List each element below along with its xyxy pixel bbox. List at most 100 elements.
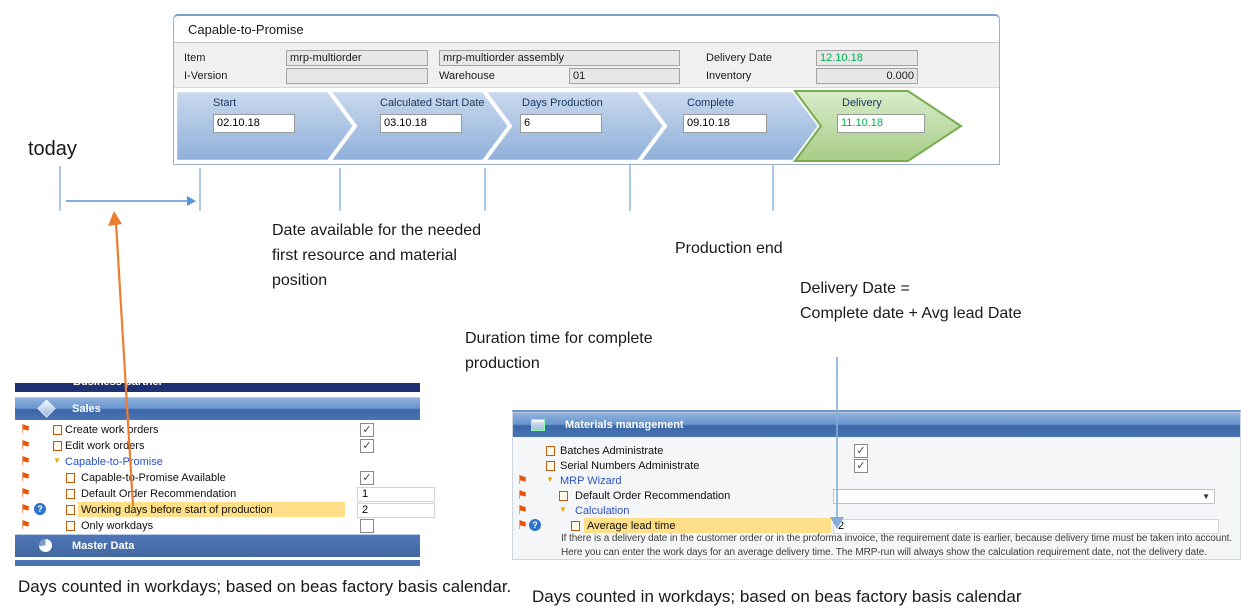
- sales-config-panel: Business partner Sales ⚑Create work orde…: [15, 383, 420, 566]
- chevron-calculated-start-input[interactable]: 03.10.18: [380, 114, 462, 133]
- tag-icon: [37, 399, 55, 417]
- chevron-delivery-label: Delivery: [842, 97, 882, 109]
- gear-icon: *: [97, 560, 101, 566]
- note-date-available-line1: Date available for the needed: [272, 218, 481, 243]
- note-date-available: Date available for the needed first reso…: [272, 218, 481, 293]
- help-icon[interactable]: ?: [529, 519, 541, 531]
- row-label: Default Order Recommendation: [575, 489, 730, 503]
- row-label: Serial Numbers Administrate: [560, 459, 699, 473]
- item-input[interactable]: mrp-multiorder: [286, 50, 428, 66]
- chevron-complete-input[interactable]: 09.10.18: [683, 114, 767, 133]
- tree-group-mrp-wizard[interactable]: ⚑ ▼ MRP Wizard: [513, 473, 1240, 489]
- sales-section-header[interactable]: Sales: [15, 397, 420, 420]
- chevron-calculated-start-label: Calculated Start Date: [380, 97, 485, 109]
- warehouse-label: Warehouse: [439, 69, 495, 83]
- tree-item-batches-administrate[interactable]: Batches Administrate ✓: [513, 443, 1240, 459]
- dropdown-arrow-icon[interactable]: ▼: [1202, 492, 1210, 501]
- checkbox-checked[interactable]: ✓: [854, 444, 868, 458]
- note-delivery-formula: Delivery Date = Complete date + Avg lead…: [800, 276, 1022, 326]
- note-duration-line2: production: [465, 351, 653, 376]
- tree-item-serial-numbers-administrate[interactable]: Serial Numbers Administrate ✓: [513, 458, 1240, 474]
- tree-item-edit-work-orders[interactable]: ⚑ Edit work orders ✓: [15, 438, 420, 454]
- row-label[interactable]: Capable-to-Promise: [65, 455, 163, 469]
- tree-node-icon: [546, 446, 555, 456]
- tree-item-only-workdays[interactable]: ⚑Only workdays: [15, 518, 420, 534]
- flag-icon: ⚑: [517, 473, 528, 487]
- warehouse-input[interactable]: 01: [569, 68, 680, 84]
- note-duration: Duration time for complete production: [465, 326, 653, 376]
- materials-management-window: Materials management Batches Administrat…: [512, 410, 1241, 560]
- tree-item-capable-to-promise-available[interactable]: ⚑Capable-to-Promise Available✓: [15, 470, 420, 486]
- pie-chart-icon: [39, 539, 52, 552]
- checkbox-checked[interactable]: ✓: [360, 423, 374, 437]
- delivery-date-label: Delivery Date: [706, 51, 772, 65]
- chevron-delivery: Delivery 11.10.18: [837, 90, 947, 162]
- expand-triangle-icon[interactable]: ▼: [546, 475, 554, 485]
- tree-node-icon: [559, 491, 568, 501]
- row-label: Batches Administrate: [560, 444, 663, 458]
- iversion-input[interactable]: [286, 68, 428, 84]
- iversion-label: I-Version: [184, 69, 227, 83]
- window-form: Item mrp-multiorder mrp-multiorder assem…: [174, 42, 999, 88]
- checkbox-unchecked[interactable]: [360, 519, 374, 533]
- flag-icon: ⚑: [20, 486, 31, 500]
- tree-node-icon: [571, 521, 580, 531]
- help-text-line1: If there is a delivery date in the custo…: [561, 533, 1232, 544]
- flag-icon: ⚑: [517, 488, 528, 502]
- chevron-calculated-start: Calculated Start Date 03.10.18: [380, 90, 530, 162]
- note-date-available-line3: position: [272, 268, 481, 293]
- tree-item-average-lead-time[interactable]: ⚑?Average lead time2: [513, 518, 1240, 534]
- master-data-section-header[interactable]: Master Data: [15, 534, 420, 557]
- row-label: Edit work orders: [65, 439, 144, 453]
- tree-node-icon: [66, 521, 75, 531]
- chevron-start-label: Start: [213, 97, 236, 109]
- tree-group-capable-to-promise[interactable]: ⚑ ▼ Capable-to-Promise: [15, 454, 420, 470]
- tree-item-create-work-orders[interactable]: ⚑ Create work orders ✓: [15, 422, 420, 438]
- row-label: Create work orders: [65, 423, 159, 437]
- note-delivery-formula-line2: Complete date + Avg lead Date: [800, 301, 1022, 326]
- row-label[interactable]: Calculation: [575, 504, 629, 518]
- item-description-input[interactable]: mrp-multiorder assembly: [439, 50, 680, 66]
- checkbox-checked[interactable]: ✓: [854, 459, 868, 473]
- row-label: Default Order Recommendation: [81, 487, 236, 501]
- flag-icon: ⚑: [20, 454, 31, 468]
- tree-node-icon: [66, 505, 75, 515]
- chevron-delivery-input[interactable]: 11.10.18: [837, 114, 925, 133]
- flag-icon: ⚑: [20, 438, 31, 452]
- value-input[interactable]: 1: [357, 487, 435, 502]
- tree-item-working-days-before-start-of-production[interactable]: ⚑?Working days before start of productio…: [15, 502, 420, 518]
- help-icon[interactable]: ?: [34, 503, 46, 515]
- today-label: today: [28, 138, 77, 161]
- chevron-start-input[interactable]: 02.10.18: [213, 114, 295, 133]
- tree-item-default-order-recommendation[interactable]: ⚑ Default Order Recommendation ▼: [513, 488, 1240, 504]
- checkbox-checked[interactable]: ✓: [360, 471, 374, 485]
- materials-section-label: Materials management: [565, 419, 684, 431]
- checkbox-checked[interactable]: ✓: [360, 439, 374, 453]
- tree-group-calculation[interactable]: ⚑▼Calculation: [513, 503, 1240, 519]
- flag-icon: ⚑: [20, 422, 31, 436]
- note-production-end: Production end: [675, 236, 783, 261]
- row-label[interactable]: MRP Wizard: [560, 474, 622, 488]
- dropdown-select[interactable]: ▼: [833, 489, 1215, 504]
- inventory-input[interactable]: 0.000: [816, 68, 918, 84]
- materials-section-header[interactable]: Materials management: [513, 412, 1240, 437]
- sales-section-label: Sales: [72, 403, 101, 415]
- delivery-date-input[interactable]: 12.10.18: [816, 50, 918, 66]
- caption-left: Days counted in workdays; based on beas …: [18, 577, 511, 597]
- item-label: Item: [184, 51, 205, 65]
- inventory-label: Inventory: [706, 69, 751, 83]
- flag-icon: ⚑: [20, 518, 31, 532]
- value-input[interactable]: 2: [357, 503, 435, 518]
- chevron-complete: Complete 09.10.18: [683, 90, 803, 162]
- tree-node-icon: [53, 441, 62, 451]
- value-input[interactable]: 2: [833, 519, 1219, 534]
- chevron-days-production-input[interactable]: 6: [520, 114, 602, 133]
- row-label: Average lead time: [587, 519, 675, 533]
- expand-triangle-icon[interactable]: ▼: [559, 505, 567, 515]
- package-box-icon: [531, 419, 545, 431]
- tree-item-default-order-recommendation[interactable]: ⚑Default Order Recommendation1: [15, 486, 420, 502]
- tree-node-icon: [53, 425, 62, 435]
- master-data-section-label: Master Data: [72, 540, 134, 552]
- note-delivery-formula-line1: Delivery Date =: [800, 276, 1022, 301]
- expand-triangle-icon[interactable]: ▼: [53, 456, 61, 466]
